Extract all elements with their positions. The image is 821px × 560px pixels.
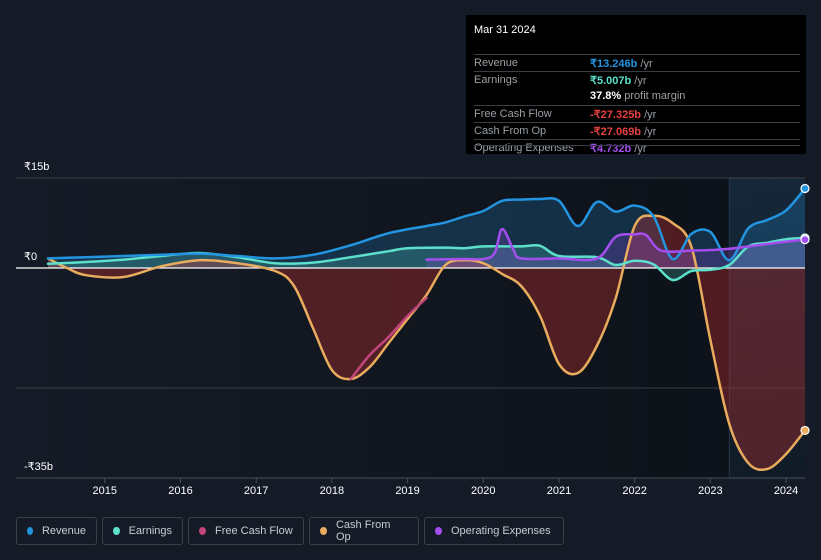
x-tick-label: 2024 [773, 485, 799, 497]
x-tick-label: 2015 [92, 485, 117, 497]
tooltip-row: Operating Expenses ₹4.732b /yr [474, 139, 800, 157]
tooltip-value: -₹27.325b /yr [590, 109, 657, 121]
tooltip-row: 37.8% profit margin [474, 88, 800, 105]
endpoint-revenue [800, 183, 810, 194]
tooltip-label: Revenue [474, 57, 519, 69]
legend-item-free-cash-flow[interactable]: Free Cash Flow [188, 517, 304, 545]
tooltip-label: Operating Expenses [474, 142, 574, 154]
y-tick-label: ₹0 [24, 251, 38, 263]
tooltip-value: ₹13.246b /yr [590, 58, 653, 70]
legend-label: Free Cash Flow [215, 525, 293, 537]
legend-dot-icon [320, 527, 327, 535]
x-tick-label: 2022 [622, 485, 647, 497]
legend-item-revenue[interactable]: Revenue [16, 517, 97, 545]
x-tick-label: 2021 [546, 485, 572, 497]
tooltip-label: Earnings [474, 74, 518, 86]
legend-label: Revenue [41, 525, 86, 537]
tooltip-label: Free Cash Flow [474, 108, 552, 120]
tooltip-value: ₹4.732b /yr [590, 143, 647, 155]
legend-item-cash-from-op[interactable]: Cash From Op [309, 517, 419, 545]
legend-dot-icon [27, 527, 33, 535]
x-tick-label: 2023 [698, 485, 723, 497]
legend-label: Operating Expenses [451, 525, 551, 537]
plot-background [16, 178, 805, 478]
tooltip-date: Mar 31 2024 [474, 24, 536, 36]
tooltip-row: Revenue ₹13.246b /yr [474, 54, 800, 72]
tooltip-label: Cash From Op [474, 125, 547, 137]
x-tick-label: 2017 [243, 485, 269, 497]
x-tick-label: 2020 [471, 485, 496, 497]
tooltip-value: ₹5.007b /yr [590, 75, 647, 87]
y-tick-label: -₹35b [24, 461, 54, 473]
tooltip-value: -₹27.069b /yr [590, 126, 657, 138]
tooltip-row: Cash From Op -₹27.069b /yr [474, 122, 800, 140]
x-tick-label: 2019 [395, 485, 420, 497]
legend-dot-icon [113, 527, 120, 535]
legend-item-operating-expenses[interactable]: Operating Expenses [424, 517, 564, 545]
endpoint-operating-expenses [800, 235, 810, 245]
tooltip-value: 37.8% profit margin [590, 90, 686, 102]
x-tick-label: 2016 [168, 485, 193, 497]
legend-label: Earnings [128, 525, 172, 537]
legend-dot-icon [199, 527, 206, 535]
endpoint-cash-from-op [800, 425, 810, 436]
legend-item-earnings[interactable]: Earnings [102, 517, 183, 545]
legend-dot-icon [435, 527, 442, 535]
divider [474, 145, 800, 146]
legend-label: Cash From Op [335, 519, 391, 543]
x-tick-label: 2018 [319, 485, 345, 497]
tooltip: Mar 31 2024 Revenue ₹13.246b /yr Earnings ₹… [466, 15, 806, 157]
tooltip-row: Earnings ₹5.007b /yr [474, 71, 800, 89]
y-tick-label: ₹15b [24, 161, 50, 173]
tooltip-row: Free Cash Flow -₹27.325b /yr [474, 105, 800, 123]
